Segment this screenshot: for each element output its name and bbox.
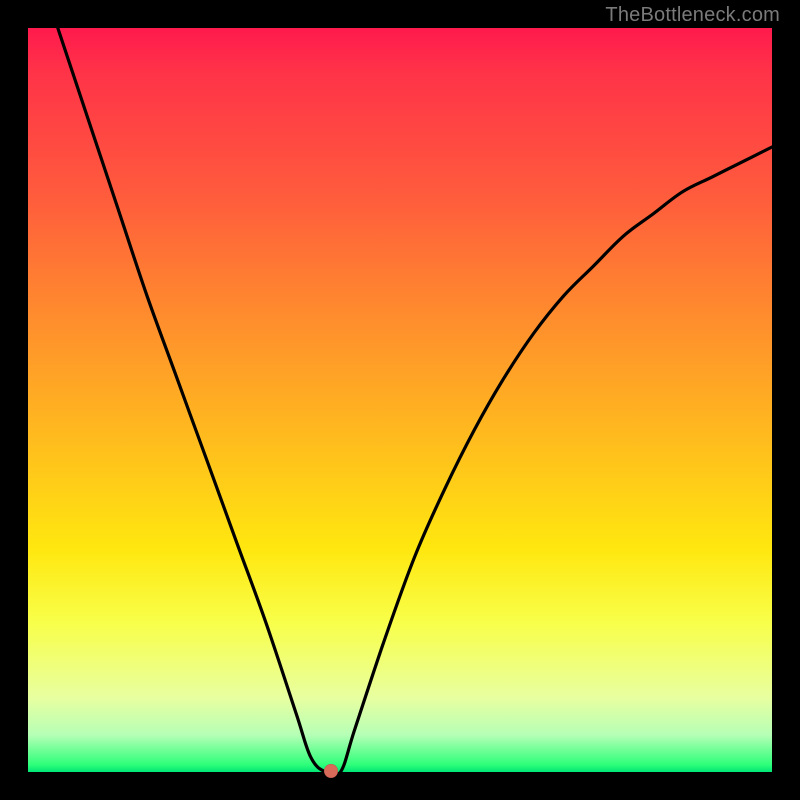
watermark-text: TheBottleneck.com xyxy=(605,4,780,27)
plot-area xyxy=(28,28,772,772)
bottleneck-curve xyxy=(28,28,772,772)
minimum-marker xyxy=(324,764,338,778)
chart-frame: TheBottleneck.com xyxy=(0,0,800,800)
